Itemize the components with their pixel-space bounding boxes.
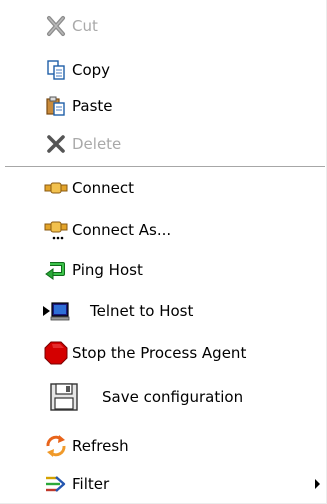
menu-item-label: Telnet to Host [90, 302, 194, 320]
paste-icon [44, 94, 68, 118]
menu-item-paste[interactable]: Paste [0, 92, 327, 120]
terminal-icon [42, 299, 72, 323]
stop-icon [44, 341, 68, 365]
delete-icon [44, 132, 68, 156]
menu-item-cut[interactable]: Cut [0, 12, 327, 40]
refresh-icon [44, 434, 68, 458]
menu-item-connect[interactable]: Connect [0, 174, 327, 202]
filter-icon [44, 472, 68, 496]
menu-item-label: Cut [72, 17, 98, 35]
submenu-arrow-icon [315, 479, 320, 489]
menu-item-label: Ping Host [72, 261, 143, 279]
menu-item-label: Filter [72, 475, 110, 493]
menu-separator [5, 166, 325, 167]
copy-icon [44, 58, 68, 82]
context-menu: Cut Copy Paste Delete Connect Connect As… [0, 0, 327, 504]
menu-item-stop-agent[interactable]: Stop the Process Agent [0, 339, 327, 367]
cut-icon [44, 14, 68, 38]
menu-item-refresh[interactable]: Refresh [0, 432, 327, 460]
menu-item-ping-host[interactable]: Ping Host [0, 256, 327, 284]
menu-item-copy[interactable]: Copy [0, 56, 327, 84]
menu-item-label: Refresh [72, 437, 129, 455]
menu-item-label: Save configuration [102, 388, 244, 406]
menu-item-telnet[interactable]: Telnet to Host [0, 297, 327, 325]
plug-icon [44, 176, 68, 200]
menu-item-label: Connect As... [72, 221, 172, 239]
menu-item-label: Stop the Process Agent [72, 344, 247, 362]
menu-item-label: Paste [72, 97, 113, 115]
ping-arrow-icon [44, 258, 68, 282]
menu-item-label: Delete [72, 135, 122, 153]
menu-item-filter[interactable]: Filter [0, 470, 327, 498]
menu-item-connect-as[interactable]: Connect As... [0, 216, 327, 244]
menu-item-save-configuration[interactable]: Save configuration [0, 380, 327, 414]
menu-item-delete[interactable]: Delete [0, 130, 327, 158]
menu-item-label: Copy [72, 61, 111, 79]
floppy-disk-icon [48, 381, 80, 413]
plug-user-icon [44, 218, 68, 242]
menu-item-label: Connect [72, 179, 135, 197]
